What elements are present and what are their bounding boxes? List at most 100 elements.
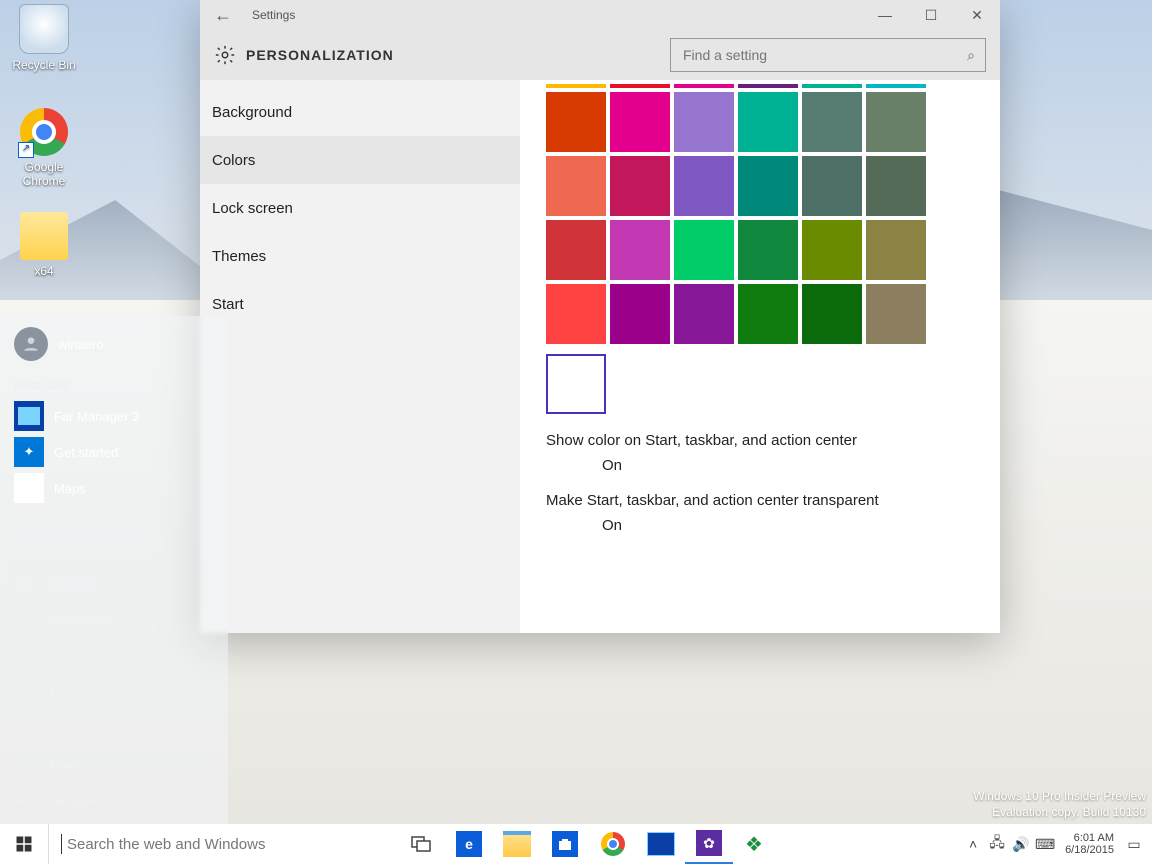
start-app[interactable]: ✦Get started [0,434,228,470]
maximize-button[interactable]: ☐ [908,0,954,30]
accent-swatch[interactable] [674,84,734,88]
option-label: Show color on Start, taskbar, and action… [546,432,974,449]
minimize-button[interactable]: — [862,0,908,30]
start-user[interactable]: winaero [0,316,228,372]
accent-swatch[interactable] [738,84,798,88]
settings-content: Show color on Start, taskbar, and action… [520,80,1000,633]
accent-swatch[interactable] [610,84,670,88]
start-link[interactable]: ☺Downloads [0,638,228,674]
link-label: Documents [50,613,116,628]
accent-swatch[interactable] [802,84,862,88]
action-center-button[interactable]: ▭ [1122,836,1146,853]
settings-header: PERSONALIZATION ⌕ [200,30,1000,80]
link-icon: ⚙ [18,576,38,592]
search-field[interactable]: ⌕ [670,38,986,72]
taskbar-search[interactable]: Search the web and Windows [48,824,397,864]
accent-swatch[interactable] [610,284,670,344]
start-app-label: Far Manager 3 [54,409,139,424]
tray-keyboard-icon[interactable]: ⌨ [1033,836,1057,853]
start-button[interactable] [0,824,48,864]
link-icon: ⏻ [18,756,38,772]
folder-icon [20,212,68,260]
settings-nav: Background Colors Lock screen Themes Sta… [200,80,520,633]
taskbar-app-explorer[interactable] [493,824,541,864]
accent-swatch[interactable] [610,156,670,216]
start-link[interactable]: ▭File Explorer [0,530,228,566]
custom-color-swatch[interactable] [546,354,606,414]
far-icon [647,832,675,856]
link-icon: ☺ [18,649,38,664]
accent-swatch[interactable] [866,92,926,152]
close-button[interactable]: ✕ [954,0,1000,30]
nav-item-lockscreen[interactable]: Lock screen [200,184,520,232]
nav-item-background[interactable]: Background [200,88,520,136]
start-link[interactable]: ⚙ Settings [0,566,228,602]
tray-date: 6/18/2015 [1065,844,1114,856]
accent-swatch[interactable] [674,284,734,344]
accent-swatch[interactable] [546,156,606,216]
link-icon: ☺ [18,685,38,700]
titlebar[interactable]: ← Settings — ☐ ✕ [200,0,1000,30]
tray-network-icon[interactable]: 🖧 [985,832,1009,856]
taskbar-app-edge[interactable]: e [445,824,493,864]
toggle-value[interactable]: On [602,517,974,534]
taskbar-app-generic[interactable]: ❖ [733,824,781,864]
store-icon [552,831,578,857]
accent-swatch[interactable] [674,220,734,280]
desktop-icon-recycle-bin[interactable]: Recycle Bin [6,4,82,72]
nav-item-colors[interactable]: Colors [200,136,520,184]
accent-swatch[interactable] [802,92,862,152]
start-app[interactable]: Far Manager 3 [0,398,228,434]
build-watermark: Windows 10 Pro Insider Preview Evaluatio… [973,788,1146,820]
start-link[interactable]: ⏻Power [0,746,228,782]
chrome-icon: ↗ [20,108,68,156]
accent-swatch[interactable] [738,156,798,216]
start-link[interactable]: ☺Pictures [0,674,228,710]
tray-overflow-button[interactable]: ˄ [961,836,985,852]
desktop-icon-folder[interactable]: x64 [6,212,82,278]
accent-swatch[interactable] [610,92,670,152]
accent-swatch[interactable] [674,92,734,152]
taskbar-app-settings[interactable]: ✿ [685,824,733,864]
taskbar-app-chrome[interactable] [589,824,637,864]
accent-swatch[interactable] [546,284,606,344]
accent-swatch[interactable] [866,84,926,88]
link-icon: ▭ [18,540,38,556]
app-tile-icon [14,401,44,431]
accent-swatch[interactable] [866,156,926,216]
link-label: Settings [50,577,97,592]
watermark-line: Evaluation copy. Build 10130 [973,804,1146,820]
accent-swatch[interactable] [546,220,606,280]
accent-swatch[interactable] [802,156,862,216]
start-app[interactable]: Maps [0,470,228,506]
start-link[interactable]: ≡All apps [0,782,228,818]
accent-swatch[interactable] [610,220,670,280]
nav-item-start[interactable]: Start [200,280,520,328]
accent-swatch[interactable] [738,284,798,344]
desktop-icon-chrome[interactable]: ↗ Google Chrome [6,108,82,188]
tray-clock[interactable]: 6:01 AM 6/18/2015 [1057,832,1122,856]
tray-volume-icon[interactable]: 🔊 [1009,836,1033,853]
accent-swatch[interactable] [738,220,798,280]
start-link[interactable]: ☺Documents [0,602,228,638]
accent-swatch[interactable] [546,84,606,88]
toggle-value[interactable]: On [602,457,974,474]
back-button[interactable]: ← [200,0,246,30]
folder-icon [503,831,531,857]
accent-swatch[interactable] [866,220,926,280]
accent-swatch[interactable] [866,284,926,344]
accent-swatch[interactable] [546,92,606,152]
taskbar-app-store[interactable] [541,824,589,864]
link-label: File Explorer [50,721,123,736]
accent-swatch[interactable] [802,284,862,344]
nav-item-themes[interactable]: Themes [200,232,520,280]
task-view-button[interactable] [397,824,445,864]
accent-swatch[interactable] [738,92,798,152]
accent-swatch[interactable] [802,220,862,280]
search-input[interactable] [681,46,967,64]
taskbar-app-far[interactable] [637,824,685,864]
start-link[interactable]: ▭File Explorer [0,710,228,746]
accent-swatch[interactable] [674,156,734,216]
settings-body: Background Colors Lock screen Themes Sta… [200,80,1000,633]
start-menu: winaero Most used Far Manager 3✦Get star… [0,316,228,824]
